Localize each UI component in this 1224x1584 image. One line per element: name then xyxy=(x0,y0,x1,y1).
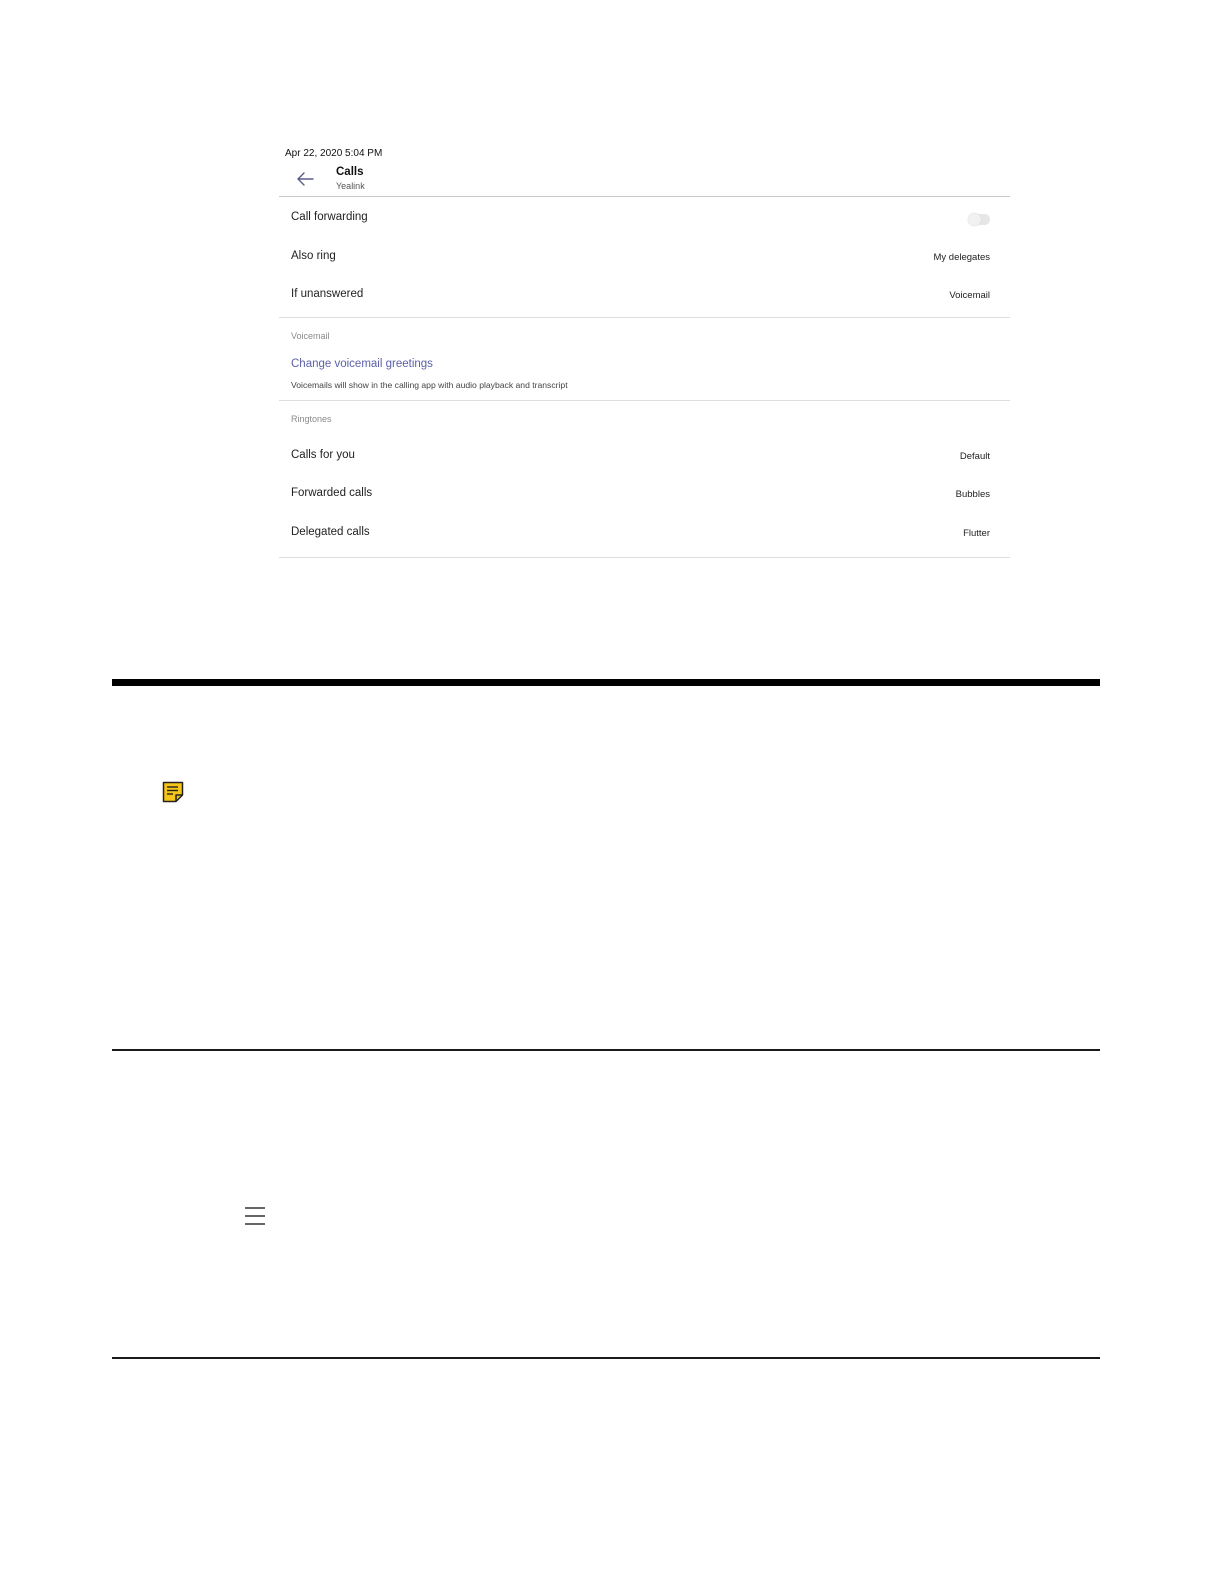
row-value: Bubbles xyxy=(955,489,990,500)
row-call-forwarding[interactable]: Call forwarding xyxy=(279,208,1010,228)
row-forwarded-calls[interactable]: Forwarded calls Bubbles xyxy=(279,484,1010,504)
row-label: Delegated calls xyxy=(291,526,370,538)
row-value: My delegates xyxy=(933,252,990,263)
row-label: Forwarded calls xyxy=(291,487,373,499)
row-calls-for-you[interactable]: Calls for you Default xyxy=(279,446,1010,466)
header-divider xyxy=(279,196,1010,197)
note-icon xyxy=(162,781,184,803)
row-label: Calls for you xyxy=(291,449,355,461)
row-delegated-calls[interactable]: Delegated calls Flutter xyxy=(279,523,1010,543)
change-voicemail-greetings-link[interactable]: Change voicemail greetings xyxy=(291,358,433,370)
row-also-ring[interactable]: Also ring My delegates xyxy=(279,247,1010,267)
row-label: Also ring xyxy=(291,250,336,262)
call-forwarding-toggle[interactable] xyxy=(968,213,990,226)
status-time: Apr 22, 2020 5:04 PM xyxy=(285,148,383,159)
section-divider xyxy=(279,557,1010,558)
toggle-knob xyxy=(968,213,981,226)
section-rule xyxy=(112,1357,1100,1359)
header-title: Calls xyxy=(336,166,364,178)
back-arrow-icon[interactable] xyxy=(295,170,315,188)
row-value: Voicemail xyxy=(949,290,990,301)
header-subtitle: Yealink xyxy=(336,181,365,191)
row-value: Default xyxy=(959,451,990,462)
row-label: If unanswered xyxy=(291,288,364,300)
row-if-unanswered[interactable]: If unanswered Voicemail xyxy=(279,285,1010,305)
section-divider xyxy=(279,400,1010,401)
row-label: Call forwarding xyxy=(291,211,368,223)
section-rule xyxy=(112,1049,1100,1051)
ringtones-heading: Ringtones xyxy=(291,414,332,424)
row-value: Flutter xyxy=(963,528,990,539)
section-rule-thick xyxy=(112,679,1100,686)
section-divider xyxy=(279,317,1010,318)
voicemail-description: Voicemails will show in the calling app … xyxy=(291,380,568,390)
voicemail-heading: Voicemail xyxy=(291,331,330,341)
menu-icon xyxy=(245,1207,265,1225)
calls-settings-screenshot: Apr 22, 2020 5:04 PM Calls Yealink Call … xyxy=(279,140,1010,560)
